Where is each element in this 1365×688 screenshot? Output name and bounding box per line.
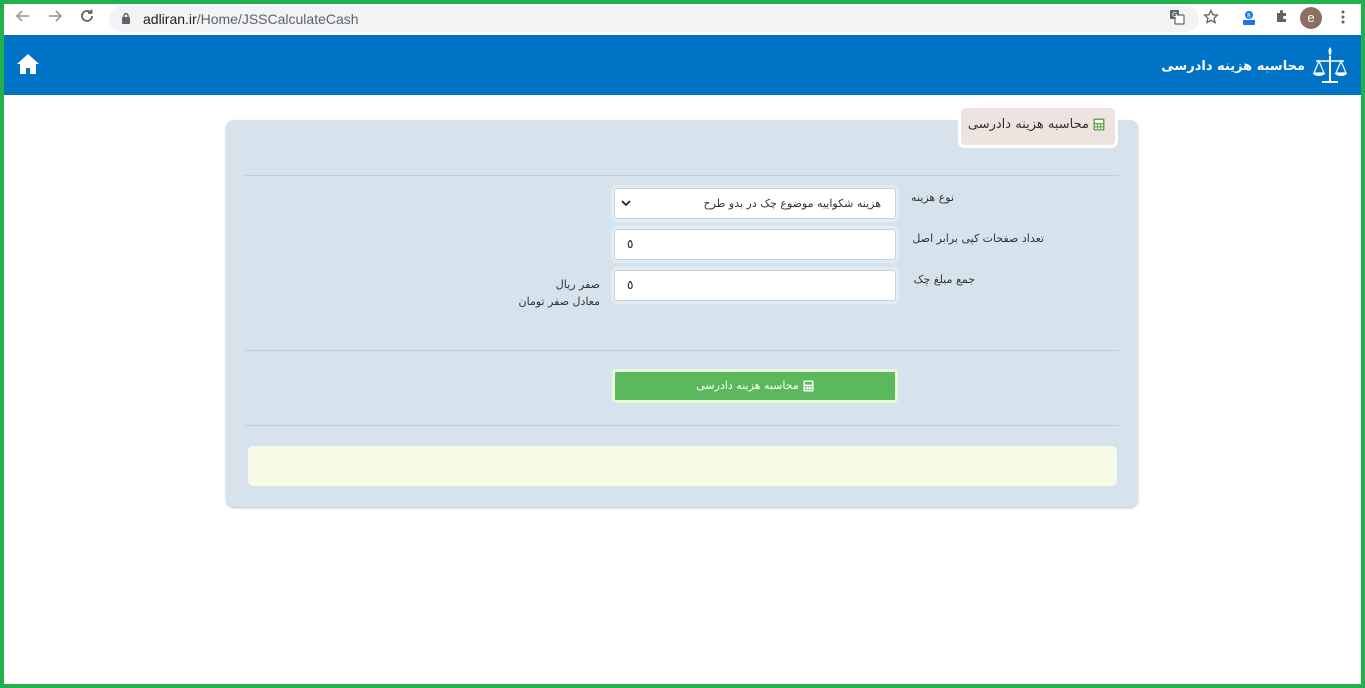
back-icon[interactable] [12, 8, 34, 30]
browser-toolbar: adliran.ir/Home/JSSCalculateCash G 8 e [4, 4, 1361, 35]
profile-avatar[interactable]: e [1300, 7, 1322, 29]
site-header: محاسبه هزینه دادرسی [4, 35, 1361, 95]
check-amount-value: ٥ [627, 278, 634, 292]
amount-rial-text: صفر ریال [555, 278, 600, 291]
justice-scales-logo-icon [1313, 47, 1347, 83]
reload-icon[interactable] [76, 8, 98, 30]
address-bar[interactable]: adliran.ir/Home/JSSCalculateCash [109, 6, 1199, 32]
check-amount-label: جمع مبلغ چک [913, 273, 975, 286]
calculate-button[interactable]: محاسبه هزینه دادرسی [612, 369, 898, 403]
puzzle-icon[interactable] [1272, 9, 1292, 29]
url-text: adliran.ir/Home/JSSCalculateCash [143, 11, 359, 27]
page-count-value: ٥ [627, 237, 634, 251]
url-path: /Home/JSSCalculateCash [196, 11, 359, 27]
divider [245, 175, 1119, 176]
svg-text:8: 8 [1247, 13, 1251, 20]
panel-tab: محاسبه هزینه دادرسی [958, 105, 1118, 148]
page-count-input[interactable]: ٥ [614, 229, 896, 260]
kebab-menu-icon[interactable] [1333, 9, 1353, 29]
result-box [248, 446, 1117, 486]
panel-tab-title: محاسبه هزینه دادرسی [967, 117, 1089, 132]
page-frame: adliran.ir/Home/JSSCalculateCash G 8 e م… [0, 0, 1365, 688]
star-icon[interactable] [1201, 8, 1221, 29]
lock-icon [122, 12, 130, 24]
divider [245, 350, 1119, 351]
calculate-button-label: محاسبه هزینه دادرسی [696, 379, 799, 392]
home-icon[interactable] [16, 53, 40, 75]
chevron-down-icon [621, 200, 631, 207]
forward-icon[interactable] [44, 8, 66, 30]
check-amount-input[interactable]: ٥ [614, 270, 896, 301]
calculator-icon [803, 380, 814, 392]
calculator-panel: محاسبه هزینه دادرسی نوع هزینه هزینه شکوا… [226, 105, 1138, 507]
svg-text:G: G [1172, 11, 1177, 19]
calculator-icon [1093, 118, 1105, 131]
extension-badge-icon[interactable]: 8 [1239, 9, 1259, 29]
translate-icon[interactable]: G [1167, 9, 1187, 29]
cost-type-label: نوع هزینه [911, 191, 954, 204]
divider [245, 425, 1119, 426]
cost-type-selected: هزینه شکواییه موضوع چک در بدو طرح [703, 197, 881, 210]
url-domain: adliran.ir [143, 11, 197, 27]
amount-toman-text: معادل صفر تومان [518, 295, 600, 308]
page-count-label: تعداد صفحات کپی برابر اصل [912, 232, 1044, 245]
site-title[interactable]: محاسبه هزینه دادرسی [1161, 59, 1305, 74]
cost-type-select[interactable]: هزینه شکواییه موضوع چک در بدو طرح [614, 188, 896, 219]
